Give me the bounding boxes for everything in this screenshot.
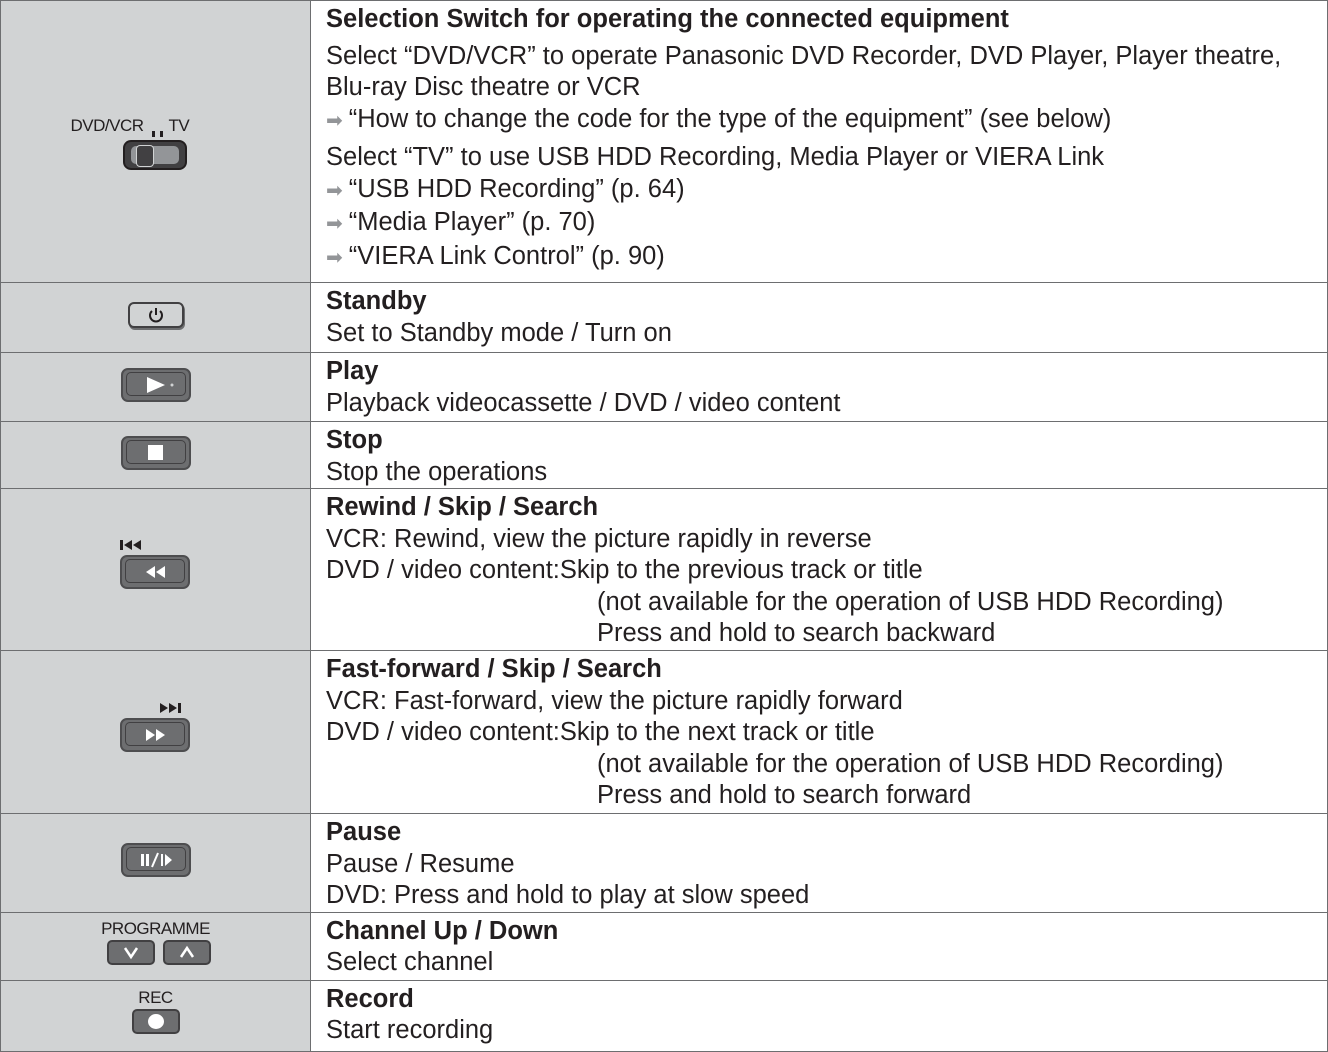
table-row: Play Playback videocassette / DVD / vide… bbox=[0, 352, 1328, 422]
programme-cell: PROGRAMME bbox=[0, 911, 311, 981]
programme-up-down-icon: PROGRAMME bbox=[96, 919, 216, 969]
reference-link[interactable]: ➡ “Media Player” (p. 70) bbox=[326, 207, 1323, 241]
pause-slow-icon bbox=[120, 843, 191, 878]
switch-left-label: DVD/VCR bbox=[70, 115, 145, 135]
reference-text: “How to change the code for the type of … bbox=[348, 104, 1112, 133]
table-row: Pause Pause / Resume DVD: Press and hold… bbox=[0, 813, 1328, 913]
row-title: Stop bbox=[326, 426, 383, 454]
row-title: Play bbox=[326, 357, 379, 385]
switch-cell: DVD/VCR TV bbox=[0, 0, 311, 283]
pause-cell bbox=[0, 813, 311, 913]
row-title: Standby bbox=[326, 287, 427, 315]
row-title: Pause bbox=[326, 818, 402, 846]
fast-forward-cell bbox=[0, 650, 311, 814]
dvd-hold: Press and hold to search backward bbox=[597, 619, 996, 647]
standby-description: Standby Set to Standby mode / Turn on bbox=[310, 282, 1328, 353]
table-row: REC Record Start recording bbox=[0, 979, 1328, 1052]
fast-forward-description: Fast-forward / Skip / Search VCR: Fast-f… bbox=[310, 650, 1328, 814]
row-text: Set to Standby mode / Turn on bbox=[326, 318, 672, 347]
row-text: Select channel bbox=[326, 948, 494, 976]
vcr-line: VCR: Rewind, view the picture rapidly in… bbox=[326, 524, 1323, 556]
row-text: Select “TV” to use USB HDD Recording, Me… bbox=[326, 143, 1105, 171]
vcr-text: Rewind, view the picture rapidly in reve… bbox=[394, 524, 872, 553]
dvd-note: (not available for the operation of USB … bbox=[597, 749, 1224, 778]
reference-link[interactable]: ➡ “USB HDD Recording” (p. 64) bbox=[326, 174, 1323, 208]
table-row: Fast-forward / Skip / Search VCR: Fast-f… bbox=[0, 650, 1328, 814]
reference-text: “Media Player” (p. 70) bbox=[348, 208, 596, 236]
dvd-label: DVD / video content: bbox=[326, 556, 560, 584]
dvd-hold: Press and hold to search forward bbox=[597, 781, 972, 809]
arrow-right-icon: ➡ bbox=[326, 213, 343, 235]
fast-forward-skip-icon bbox=[119, 702, 192, 758]
remote-button-table: DVD/VCR TV Selection Switch for operatin… bbox=[0, 0, 1328, 1052]
stop-cell bbox=[0, 421, 311, 489]
row-text: Start recording bbox=[326, 1016, 494, 1044]
pause-description: Pause Pause / Resume DVD: Press and hold… bbox=[310, 813, 1328, 913]
vcr-label: VCR: bbox=[326, 524, 387, 553]
record-cell: REC bbox=[0, 979, 311, 1052]
play-cell bbox=[0, 352, 311, 422]
switch-right-label: TV bbox=[168, 115, 190, 135]
row-title: Rewind / Skip / Search bbox=[326, 493, 599, 521]
vcr-text: Fast-forward, view the picture rapidly f… bbox=[394, 686, 903, 715]
programme-label: PROGRAMME bbox=[101, 918, 210, 938]
row-title: Record bbox=[326, 984, 414, 1013]
reference-text: “VIERA Link Control” (p. 90) bbox=[348, 241, 665, 270]
arrow-right-icon: ➡ bbox=[326, 246, 343, 269]
row-title: Channel Up / Down bbox=[326, 916, 559, 945]
vcr-line: VCR: Fast-forward, view the picture rapi… bbox=[326, 686, 1323, 718]
programme-description: Channel Up / Down Select channel bbox=[310, 911, 1328, 981]
row-text: Stop the operations bbox=[326, 457, 548, 486]
arrow-right-icon: ➡ bbox=[326, 179, 343, 202]
table-row: Stop Stop the operations bbox=[0, 421, 1328, 489]
stop-description: Stop Stop the operations bbox=[310, 421, 1328, 489]
row-text: DVD: Press and hold to play at slow spee… bbox=[326, 881, 810, 909]
dvd-text: Skip to the next track or title bbox=[559, 718, 875, 746]
standby-cell bbox=[0, 282, 311, 353]
dvd-note: (not available for the operation of USB … bbox=[597, 587, 1224, 616]
record-description: Record Start recording bbox=[310, 979, 1328, 1052]
arrow-right-icon: ➡ bbox=[326, 109, 343, 132]
row-text: Select “DVD/VCR” to operate Panasonic DV… bbox=[326, 41, 1282, 102]
reference-link[interactable]: ➡ “VIERA Link Control” (p. 90) bbox=[326, 241, 1323, 275]
table-row: Standby Set to Standby mode / Turn on bbox=[0, 282, 1328, 353]
table-row: DVD/VCR TV Selection Switch for operatin… bbox=[0, 0, 1328, 283]
vcr-label: VCR: bbox=[326, 686, 387, 715]
record-icon: REC bbox=[126, 988, 186, 1038]
rewind-skip-icon bbox=[119, 539, 192, 595]
dvd-label: DVD / video content: bbox=[326, 718, 560, 746]
reference-link[interactable]: ➡ “How to change the code for the type of… bbox=[326, 104, 1323, 138]
play-description: Play Playback videocassette / DVD / vide… bbox=[310, 352, 1328, 422]
reference-text: “USB HDD Recording” (p. 64) bbox=[348, 174, 685, 203]
row-title: Fast-forward / Skip / Search bbox=[326, 655, 662, 683]
play-icon bbox=[120, 367, 191, 402]
row-text: Playback videocassette / DVD / video con… bbox=[326, 388, 841, 417]
rewind-cell bbox=[0, 488, 311, 651]
dvd-vcr-tv-switch-icon: DVD/VCR TV bbox=[71, 107, 241, 177]
dvd-line: DVD / video content:Skip to the previous… bbox=[326, 555, 1323, 587]
rewind-description: Rewind / Skip / Search VCR: Rewind, view… bbox=[310, 488, 1328, 651]
row-text: Pause / Resume bbox=[326, 849, 515, 878]
row-title: Selection Switch for operating the conne… bbox=[326, 5, 1009, 33]
rec-label: REC bbox=[138, 988, 173, 1007]
standby-power-icon bbox=[127, 302, 184, 328]
stop-icon bbox=[120, 435, 191, 470]
dvd-text: Skip to the previous track or title bbox=[559, 556, 923, 584]
table-row: Rewind / Skip / Search VCR: Rewind, view… bbox=[0, 488, 1328, 651]
table-row: PROGRAMME Channel Up / Down Select chann… bbox=[0, 911, 1328, 981]
switch-description: Selection Switch for operating the conne… bbox=[310, 0, 1328, 283]
dvd-line: DVD / video content:Skip to the next tra… bbox=[326, 717, 1323, 749]
